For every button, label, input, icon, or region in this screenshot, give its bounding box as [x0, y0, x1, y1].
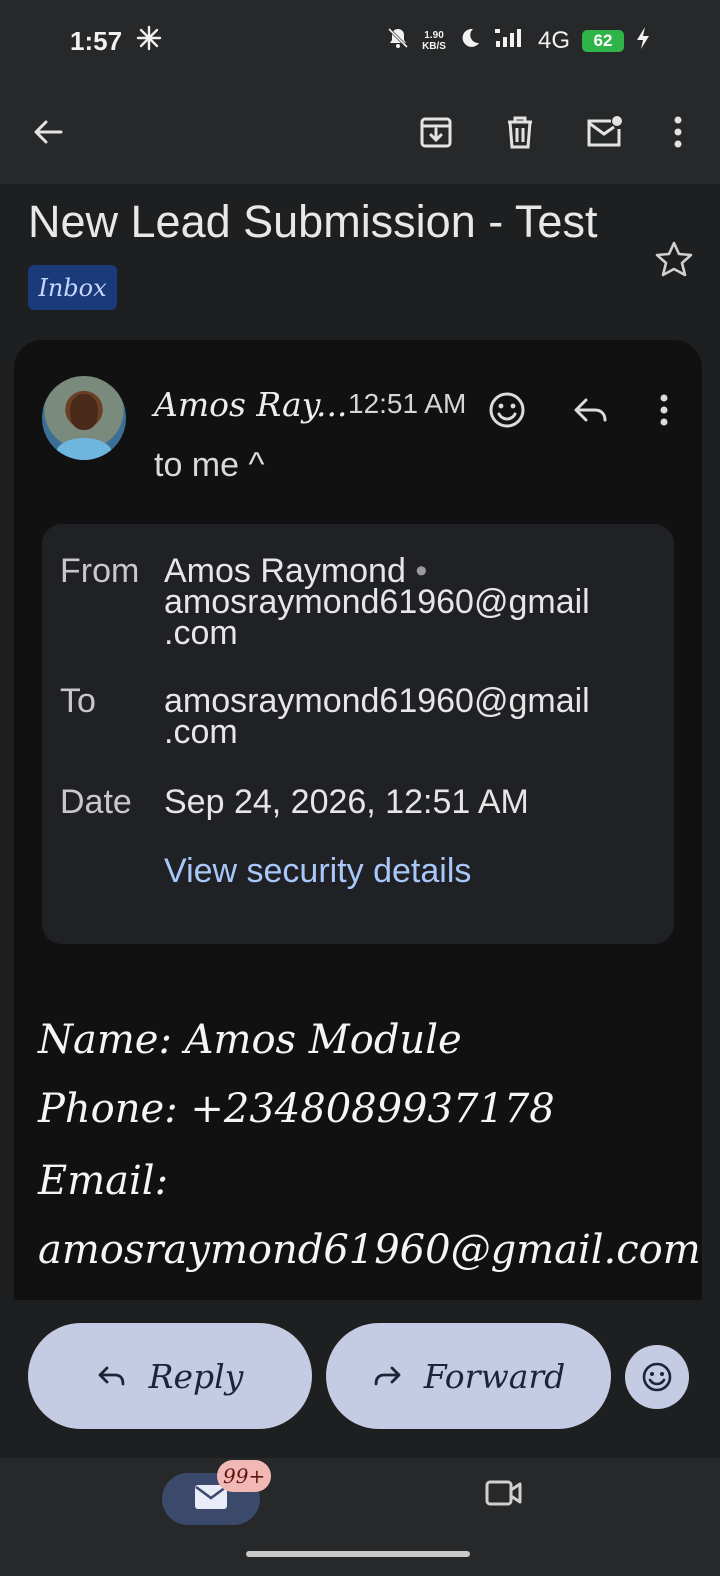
signal-icon	[494, 27, 526, 56]
emoji-react-icon[interactable]	[485, 388, 529, 432]
to-label: To	[60, 682, 96, 720]
inbox-label-chip[interactable]: Inbox	[28, 265, 117, 310]
forward-button[interactable]: Forward	[326, 1323, 611, 1429]
moon-icon	[458, 26, 482, 57]
sparkle-icon	[136, 25, 162, 58]
more-vert-icon[interactable]	[652, 106, 704, 158]
reply-arrow-icon	[97, 1357, 127, 1396]
body-phone-line[interactable]: Phone: +2348089937178	[38, 1086, 555, 1132]
emoji-reaction-button[interactable]	[625, 1345, 689, 1409]
back-arrow-icon[interactable]	[22, 106, 74, 158]
star-icon[interactable]	[652, 238, 696, 282]
from-value: Amos Raymond • amosraymond61960@gmail .c…	[164, 554, 590, 652]
delete-icon[interactable]	[494, 106, 546, 158]
network-speed: 1.90 KB/S	[422, 30, 446, 52]
reply-label: Reply	[148, 1356, 244, 1396]
sender-avatar[interactable]	[42, 376, 126, 460]
body-name-line: Name: Amos Module	[38, 1017, 462, 1063]
from-email-line2: .com	[164, 614, 238, 652]
to-value: amosraymond61960@gmail .com	[164, 684, 590, 751]
archive-icon[interactable]	[410, 106, 462, 158]
message-time: 12:51 AM	[348, 388, 467, 419]
mail-unread-badge: 99+	[217, 1460, 272, 1492]
to-email-line2: .com	[164, 713, 238, 751]
battery-indicator: 62	[582, 30, 624, 52]
date-value: Sep 24, 2026, 12:51 AM	[164, 783, 529, 821]
clock: 1:57	[70, 25, 123, 56]
mute-bell-icon	[386, 26, 410, 57]
charging-icon	[636, 26, 650, 57]
body-email-link[interactable]: amosraymond61960@gmail.com	[38, 1227, 701, 1273]
view-security-details-link[interactable]: View security details	[164, 854, 471, 888]
status-bar: 1:57 1.90 KB/S 4G 62	[0, 0, 720, 82]
from-label: From	[60, 552, 140, 590]
email-subject: New Lead Submission - Test	[28, 196, 598, 247]
sender-name[interactable]: Amos Ray...	[154, 385, 347, 424]
forward-label: Forward	[423, 1356, 566, 1396]
forward-arrow-icon	[372, 1357, 402, 1396]
meet-video-icon[interactable]	[484, 1476, 528, 1520]
bottom-navigation	[0, 1458, 720, 1576]
body-email-label: Email:	[38, 1158, 169, 1204]
home-indicator[interactable]	[246, 1551, 470, 1557]
network-type: 4G	[537, 27, 570, 54]
date-label: Date	[60, 783, 132, 821]
mark-unread-icon[interactable]	[578, 106, 630, 158]
reply-icon[interactable]	[569, 388, 613, 432]
recipients-toggle[interactable]: to me ^	[154, 446, 264, 485]
top-app-bar	[0, 82, 720, 184]
message-more-icon[interactable]	[642, 388, 686, 432]
reply-button[interactable]: Reply	[28, 1323, 312, 1429]
